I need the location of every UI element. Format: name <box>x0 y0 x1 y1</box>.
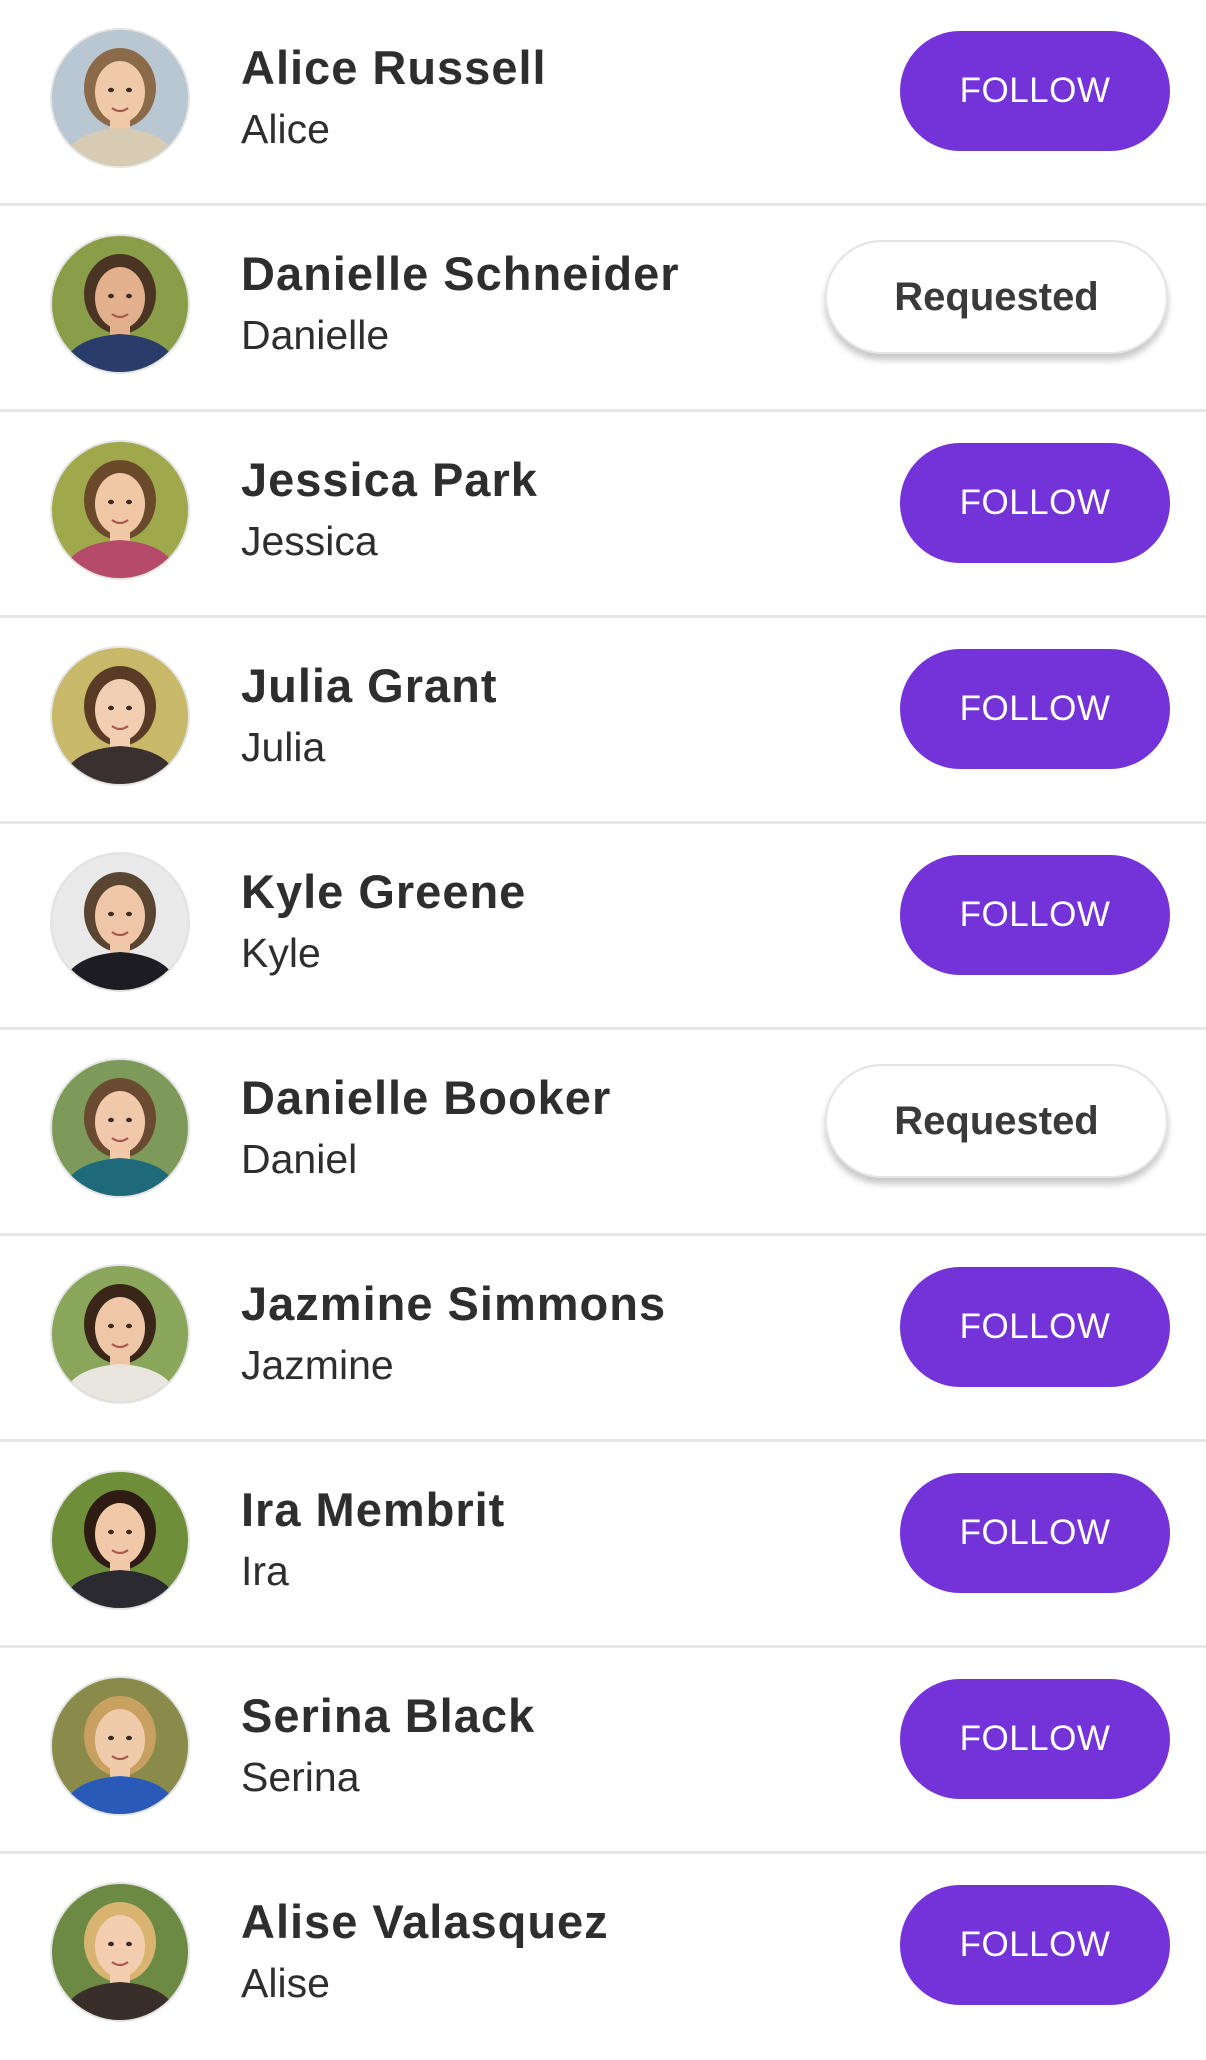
avatar-photo <box>52 1678 188 1814</box>
requested-button[interactable]: Requested <box>825 240 1168 354</box>
person-name[interactable]: Jessica Park <box>241 452 538 507</box>
avatar[interactable] <box>52 1678 188 1814</box>
follow-button[interactable]: FOLLOW <box>900 1679 1170 1799</box>
person-name[interactable]: Danielle Schneider <box>241 246 680 301</box>
avatar-photo <box>52 1472 188 1608</box>
avatar-photo <box>52 1060 188 1196</box>
person-name[interactable]: Serina Black <box>241 1688 535 1743</box>
people-list: Alice Russell Alice FOLLOW Danielle Schneid… <box>0 0 1206 2027</box>
follow-button[interactable]: FOLLOW <box>900 31 1170 151</box>
avatar[interactable] <box>52 30 188 166</box>
list-item[interactable]: Julia Grant Julia FOLLOW <box>0 618 1206 824</box>
person-handle: Alice <box>241 106 330 152</box>
avatar-photo <box>52 648 188 784</box>
avatar[interactable] <box>52 1472 188 1608</box>
follow-button[interactable]: FOLLOW <box>900 855 1170 975</box>
avatar-photo <box>52 30 188 166</box>
list-item[interactable]: Kyle Greene Kyle FOLLOW <box>0 824 1206 1030</box>
person-name[interactable]: Jazmine Simmons <box>241 1276 666 1331</box>
follow-button[interactable]: FOLLOW <box>900 1473 1170 1593</box>
avatar-photo <box>52 854 188 990</box>
avatar[interactable] <box>52 442 188 578</box>
list-item[interactable]: Danielle Booker Daniel Requested <box>0 1030 1206 1236</box>
person-name[interactable]: Alise Valasquez <box>241 1894 609 1949</box>
avatar[interactable] <box>52 236 188 372</box>
list-item[interactable]: Alise Valasquez Alise FOLLOW <box>0 1854 1206 2060</box>
person-handle: Jazmine <box>241 1342 394 1388</box>
follow-button[interactable]: FOLLOW <box>900 1267 1170 1387</box>
avatar[interactable] <box>52 854 188 990</box>
person-name[interactable]: Alice Russell <box>241 40 547 95</box>
avatar-photo <box>52 1884 188 2020</box>
person-handle: Serina <box>241 1754 360 1800</box>
avatar[interactable] <box>52 648 188 784</box>
person-handle: Jessica <box>241 518 378 564</box>
avatar[interactable] <box>52 1060 188 1196</box>
avatar-photo <box>52 236 188 372</box>
follow-button[interactable]: FOLLOW <box>900 443 1170 563</box>
person-handle: Daniel <box>241 1136 358 1182</box>
person-handle: Kyle <box>241 930 321 976</box>
avatar[interactable] <box>52 1884 188 2020</box>
follow-button[interactable]: FOLLOW <box>900 649 1170 769</box>
person-handle: Julia <box>241 724 326 770</box>
follow-button[interactable]: FOLLOW <box>900 1885 1170 2005</box>
person-name[interactable]: Danielle Booker <box>241 1070 611 1125</box>
person-name[interactable]: Ira Membrit <box>241 1482 505 1537</box>
list-item[interactable]: Jazmine Simmons Jazmine FOLLOW <box>0 1236 1206 1442</box>
requested-button[interactable]: Requested <box>825 1064 1168 1178</box>
list-item[interactable]: Serina Black Serina FOLLOW <box>0 1648 1206 1854</box>
avatar-photo <box>52 442 188 578</box>
list-item[interactable]: Danielle Schneider Danielle Requested <box>0 206 1206 412</box>
list-item[interactable]: Jessica Park Jessica FOLLOW <box>0 412 1206 618</box>
person-name[interactable]: Julia Grant <box>241 658 498 713</box>
avatar[interactable] <box>52 1266 188 1402</box>
person-handle: Ira <box>241 1548 289 1594</box>
person-handle: Alise <box>241 1960 330 2006</box>
person-handle: Danielle <box>241 312 390 358</box>
list-item[interactable]: Ira Membrit Ira FOLLOW <box>0 1442 1206 1648</box>
avatar-photo <box>52 1266 188 1402</box>
person-name[interactable]: Kyle Greene <box>241 864 526 919</box>
list-item[interactable]: Alice Russell Alice FOLLOW <box>0 0 1206 206</box>
